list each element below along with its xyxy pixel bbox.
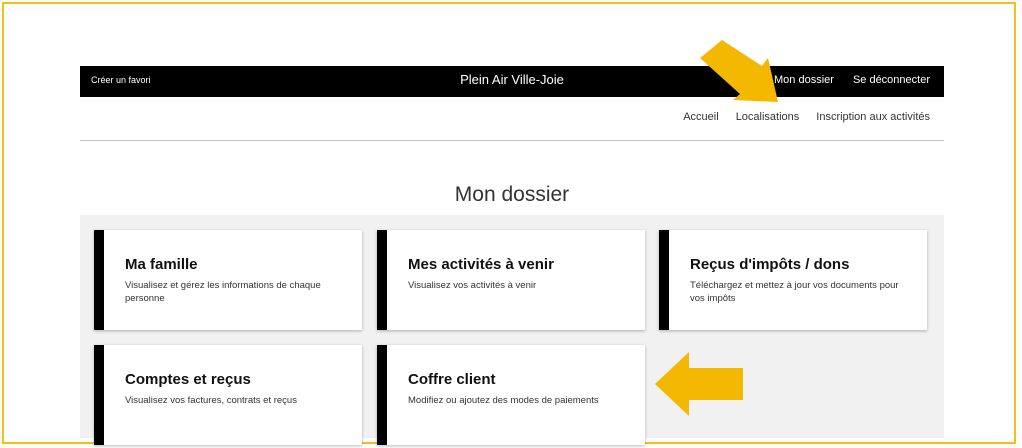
arrow-down-left-icon <box>700 40 778 102</box>
nav-item-locations[interactable]: Localisations <box>736 111 800 123</box>
card-title: Coffre client <box>408 371 496 388</box>
card-title: Comptes et reçus <box>125 371 251 388</box>
card-accounts-receipts[interactable]: Comptes et reçus Visualisez vos factures… <box>94 345 362 445</box>
nav-item-home[interactable]: Accueil <box>683 111 718 123</box>
nav-item-activity-registration[interactable]: Inscription aux activités <box>816 111 930 123</box>
arrow-left-icon <box>655 352 743 416</box>
account-links: Mon dossier Se déconnecter <box>774 74 930 86</box>
card-description: Visualisez vos activités à venir <box>408 280 537 291</box>
page-title: Mon dossier <box>454 183 570 206</box>
logout-link[interactable]: Se déconnecter <box>853 74 930 86</box>
card-title: Reçus d'impôts / dons <box>690 256 850 273</box>
card-client-vault[interactable]: Coffre client Modifiez ou ajoutez des mo… <box>377 345 645 445</box>
dashboard-panel: Ma famille Visualisez et gérez les infor… <box>80 215 944 445</box>
card-upcoming-activities[interactable]: Mes activités à venir Visualisez vos act… <box>377 230 645 330</box>
card-tax-receipts[interactable]: Reçus d'impôts / dons Téléchargez et met… <box>659 230 927 330</box>
card-title: Mes activités à venir <box>408 256 554 273</box>
card-description: Visualisez vos factures, contrats et reç… <box>125 395 297 406</box>
card-title: Ma famille <box>125 256 198 273</box>
card-description: Téléchargez et mettez à jour vos documen… <box>690 280 899 304</box>
main-nav: Accueil Localisations Inscription aux ac… <box>80 97 944 141</box>
card-description: Visualisez et gérez les informations de … <box>125 280 321 304</box>
card-description: Modifiez ou ajoutez des modes de paiemen… <box>408 395 599 406</box>
top-bar: Créer un favori Plein Air Ville-Joie Mon… <box>80 66 944 97</box>
card-family[interactable]: Ma famille Visualisez et gérez les infor… <box>94 230 362 330</box>
